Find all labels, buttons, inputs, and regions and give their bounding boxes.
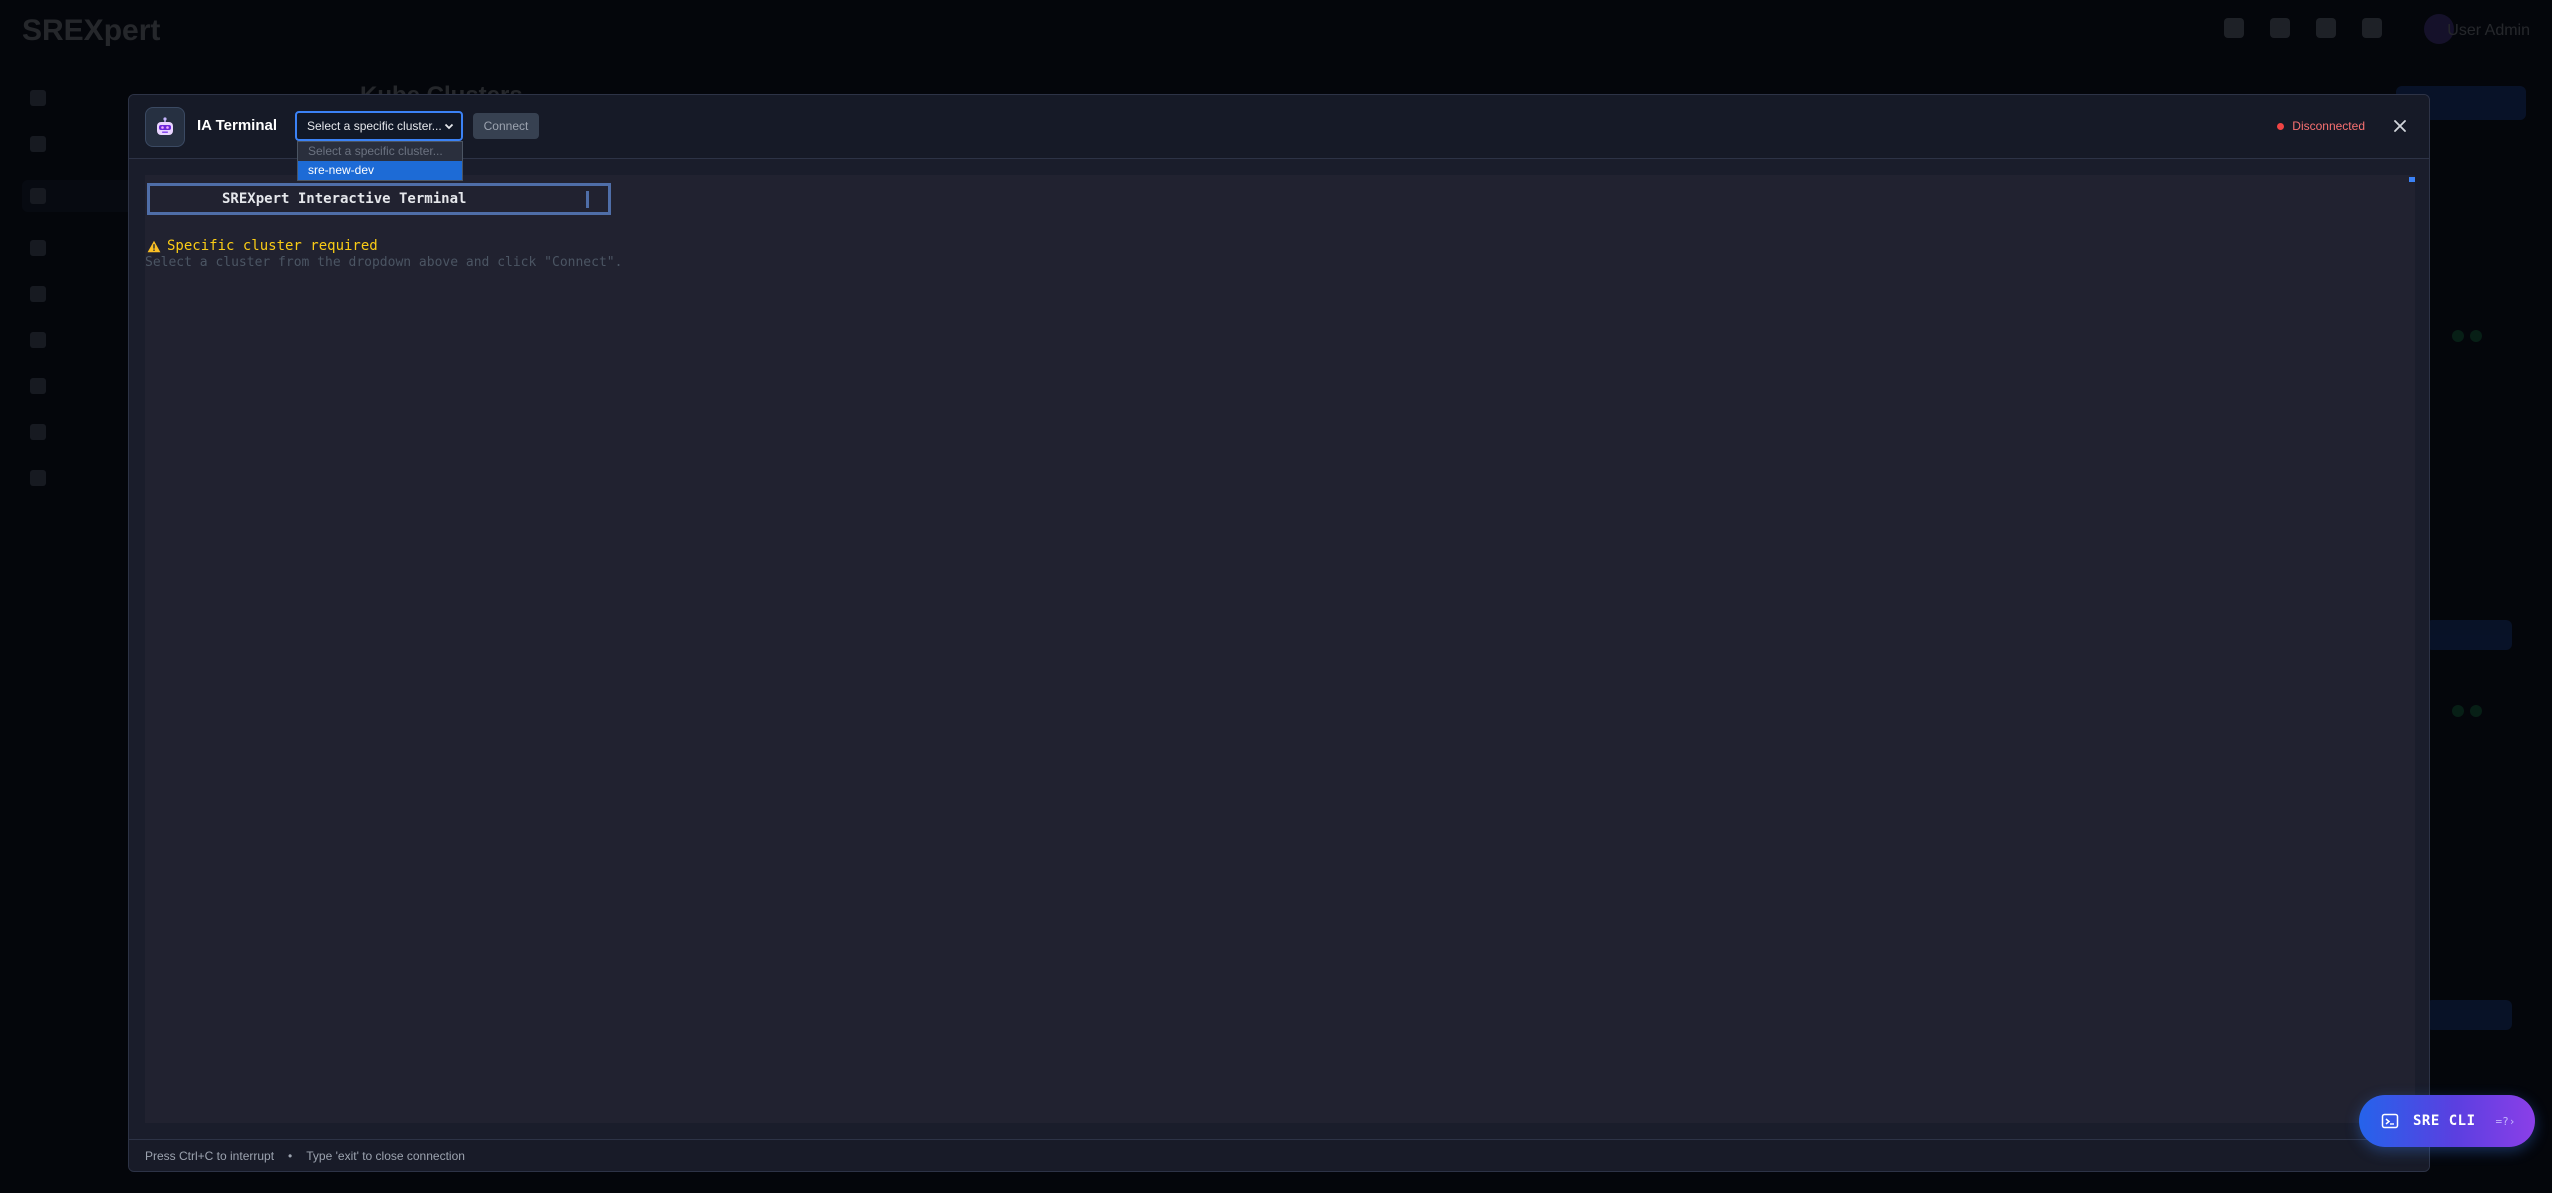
terminal-output[interactable]: SREXpert Interactive Terminal Specific c… [145, 175, 2415, 1123]
chevron-down-icon [444, 123, 454, 130]
modal-title: IA Terminal [197, 117, 278, 134]
user-name: User Admin [2447, 22, 2530, 39]
cluster-select[interactable]: Select a specific cluster... [295, 111, 463, 141]
sre-cli-button[interactable]: SRE CLI =?› [2359, 1095, 2535, 1147]
status-dot [2470, 330, 2482, 342]
menu-icon [30, 90, 46, 106]
exit-hint: Type 'exit' to close connection [306, 1148, 465, 1163]
status-dot [2452, 330, 2464, 342]
sre-cli-label: SRE CLI [2413, 1113, 2476, 1129]
connection-status: Disconnected [2277, 119, 2365, 133]
dropdown-option-sre-new-dev[interactable]: sre-new-dev [298, 161, 462, 180]
warning-text: Specific cluster required [167, 238, 378, 254]
menu-icon [30, 240, 46, 256]
terminal-app-badge [145, 107, 185, 147]
status-dot [2470, 705, 2482, 717]
menu-icon [30, 470, 46, 486]
close-icon[interactable] [2389, 115, 2411, 137]
app-logo: SREXpert [22, 14, 161, 47]
settings-icon [2316, 18, 2336, 38]
menu-icon [30, 286, 46, 302]
status-dot [2452, 705, 2464, 717]
warning-line: Specific cluster required [147, 238, 378, 254]
sre-cli-arrow: =?› [2495, 1114, 2516, 1128]
notification-icon [2224, 18, 2244, 38]
terminal-banner: SREXpert Interactive Terminal [222, 191, 467, 207]
connect-button[interactable]: Connect [473, 113, 539, 139]
menu-icon [30, 188, 46, 204]
modal-header: IA Terminal Select a specific cluster...… [129, 95, 2429, 181]
menu-icon [30, 424, 46, 440]
menu-icon [30, 136, 46, 152]
terminal-modal: IA Terminal Select a specific cluster...… [128, 94, 2430, 1172]
theme-icon [2362, 18, 2382, 38]
menu-icon [30, 378, 46, 394]
cluster-dropdown-list: Select a specific cluster... sre-new-dev [297, 141, 463, 181]
warning-icon [147, 240, 161, 252]
robot-icon [157, 117, 173, 135]
menu-icon [30, 332, 46, 348]
interrupt-hint: Press Ctrl+C to interrupt [145, 1148, 275, 1163]
top-bar-icons [2224, 18, 2382, 38]
dropdown-option-placeholder[interactable]: Select a specific cluster... [298, 142, 462, 161]
terminal-banner-box: SREXpert Interactive Terminal [147, 183, 611, 215]
terminal-cursor [586, 191, 589, 208]
cluster-select-value: Select a specific cluster... [307, 119, 442, 133]
modal-footer: Press Ctrl+C to interrupt • Type 'exit' … [129, 1139, 2429, 1171]
background-button [2426, 1000, 2512, 1030]
terminal-icon [2381, 1113, 2399, 1129]
background-button [2426, 620, 2512, 650]
status-dot-icon [2277, 122, 2285, 130]
hint-text: Select a cluster from the dropdown above… [145, 255, 623, 270]
status-label: Disconnected [2292, 119, 2365, 133]
help-icon [2270, 18, 2290, 38]
scrollbar-indicator[interactable] [2409, 177, 2415, 182]
footer-separator: • [288, 1148, 293, 1163]
